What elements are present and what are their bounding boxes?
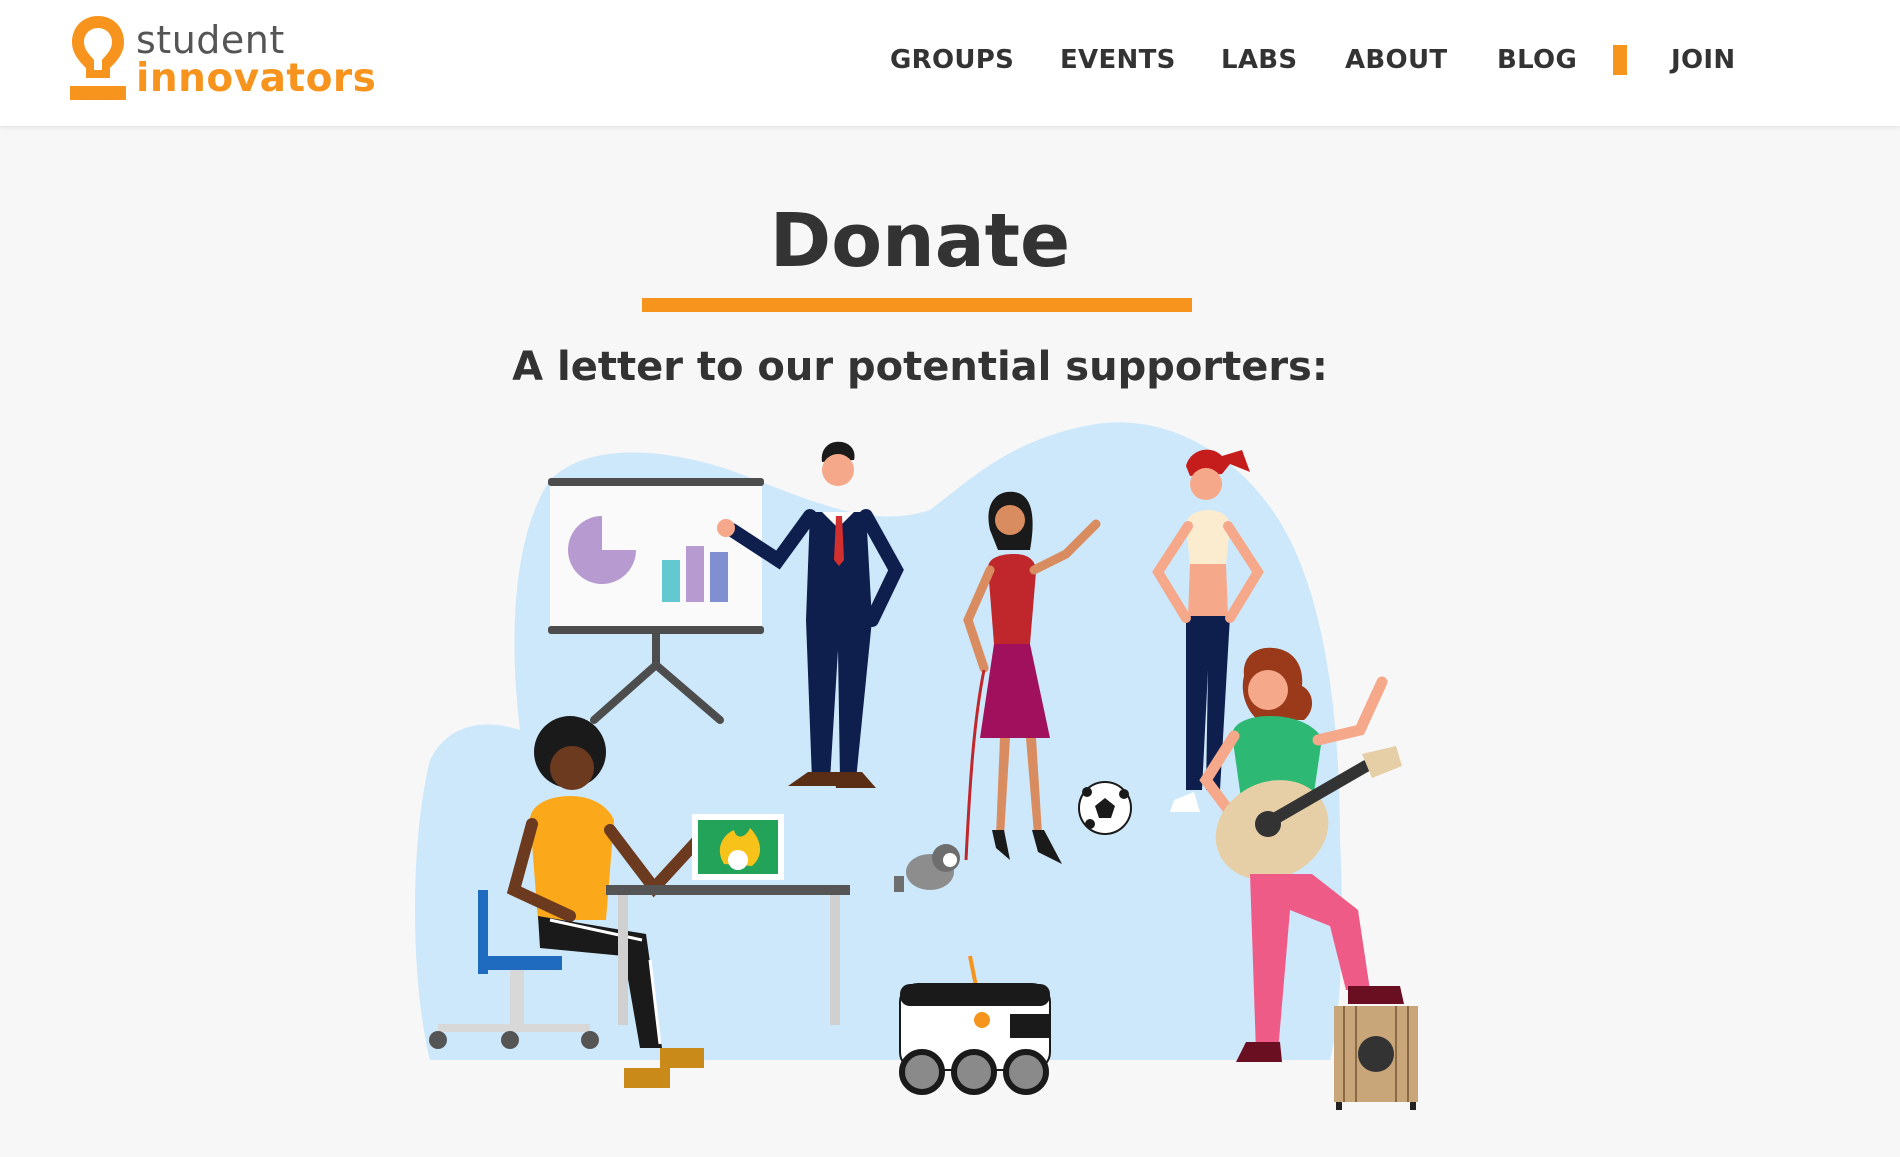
nav-blog[interactable]: BLOG xyxy=(1497,40,1577,80)
nav-separator xyxy=(1613,45,1627,75)
people-community-illustration-icon xyxy=(415,422,1418,1110)
nav-events[interactable]: EVENTS xyxy=(1060,40,1176,80)
title-underline xyxy=(642,298,1192,312)
nav-labs[interactable]: LABS xyxy=(1221,40,1297,80)
site-logo[interactable]: student innovators xyxy=(68,14,376,104)
nav-groups[interactable]: GROUPS xyxy=(890,40,1014,80)
nav-join[interactable]: JOIN xyxy=(1671,40,1735,80)
soccer-ball-icon xyxy=(1078,781,1132,835)
speaker-box-icon xyxy=(1334,1006,1418,1110)
top-navbar: student innovators GROUPS EVENTS LABS AB… xyxy=(0,0,1900,126)
nav-about[interactable]: ABOUT xyxy=(1345,40,1447,80)
lightbulb-logo-icon xyxy=(70,16,126,100)
page-subtitle: A letter to our potential supporters: xyxy=(512,344,1328,390)
page-title: Donate xyxy=(769,198,1071,284)
logo-text-innovators: innovators xyxy=(136,56,377,101)
